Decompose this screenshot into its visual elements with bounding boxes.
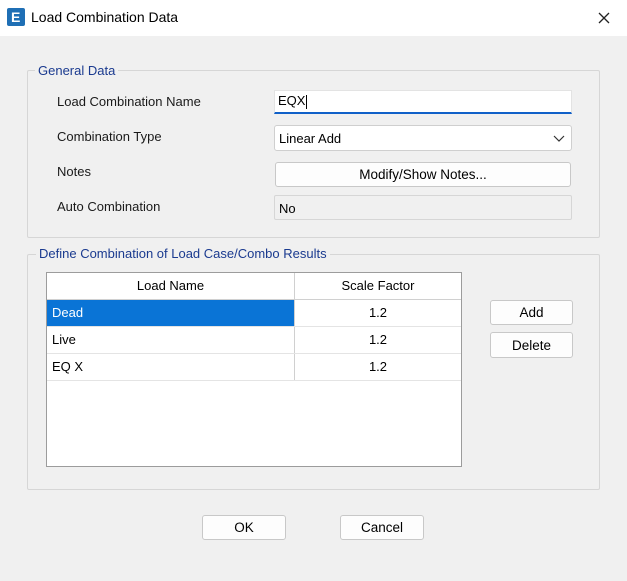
table-row[interactable]: EQ X 1.2 — [47, 354, 461, 381]
table-row[interactable]: Live 1.2 — [47, 327, 461, 354]
combination-type-select[interactable]: Linear Add — [274, 125, 572, 151]
combination-name-value: EQX — [278, 93, 306, 108]
cancel-button[interactable]: Cancel — [340, 515, 424, 540]
load-name-cell[interactable]: Dead — [47, 300, 295, 326]
chevron-down-icon — [553, 135, 565, 142]
close-icon — [598, 12, 610, 24]
auto-combination-value: No — [274, 195, 572, 220]
table-header: Load Name Scale Factor — [47, 273, 461, 300]
title-bar: E Load Combination Data — [0, 0, 627, 36]
scale-factor-cell[interactable]: 1.2 — [295, 327, 461, 353]
define-combination-legend: Define Combination of Load Case/Combo Re… — [36, 246, 330, 261]
notes-label: Notes — [57, 164, 91, 179]
app-logo-icon: E — [7, 8, 25, 26]
delete-button[interactable]: Delete — [490, 332, 573, 358]
text-caret — [306, 94, 308, 109]
column-header-load-name[interactable]: Load Name — [47, 273, 295, 299]
combination-type-label: Combination Type — [57, 129, 162, 144]
combination-name-label: Load Combination Name — [57, 94, 201, 109]
add-button[interactable]: Add — [490, 300, 573, 325]
combination-type-value: Linear Add — [279, 131, 342, 146]
svg-text:E: E — [11, 9, 20, 25]
combination-name-input[interactable]: EQX — [274, 90, 572, 114]
scale-factor-cell[interactable]: 1.2 — [295, 354, 461, 380]
load-name-cell[interactable]: Live — [47, 327, 295, 353]
auto-combination-label: Auto Combination — [57, 199, 161, 214]
column-header-scale-factor[interactable]: Scale Factor — [295, 273, 461, 299]
load-name-cell[interactable]: EQ X — [47, 354, 295, 380]
table-row[interactable]: Dead 1.2 — [47, 300, 461, 327]
modify-show-notes-button[interactable]: Modify/Show Notes... — [275, 162, 571, 187]
load-combination-table[interactable]: Load Name Scale Factor Dead 1.2 Live 1.2… — [46, 272, 462, 467]
close-button[interactable] — [581, 0, 627, 36]
ok-button[interactable]: OK — [202, 515, 286, 540]
scale-factor-cell[interactable]: 1.2 — [295, 300, 461, 326]
window-title: Load Combination Data — [31, 9, 179, 25]
general-data-legend: General Data — [35, 63, 119, 78]
